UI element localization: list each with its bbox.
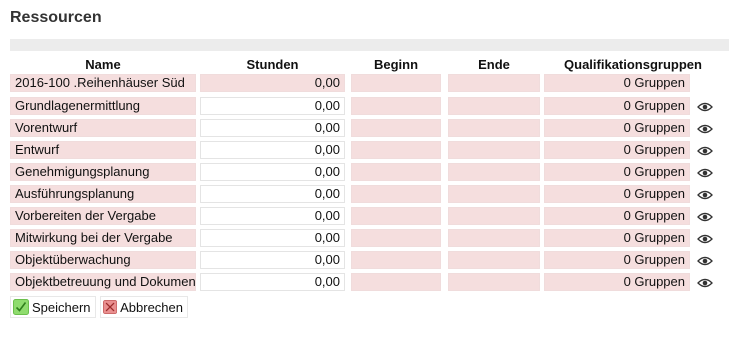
column-header-beginn: Beginn [373,57,419,72]
cell-name: Grundlagenermittlung [10,97,196,115]
cell-stunden[interactable]: 0,00 [200,74,345,92]
column-header-qualifikationsgruppen: Qualifikationsgruppen [564,57,702,72]
cell-ende[interactable] [448,207,540,225]
cell-ende[interactable] [448,119,540,137]
cell-beginn[interactable] [351,74,441,92]
cell-qual[interactable]: 0 Gruppen [544,207,690,225]
cell-ende[interactable] [448,97,540,115]
eye-icon[interactable] [697,189,713,201]
cell-name: Mitwirkung bei der Vergabe [10,229,196,247]
page-title: Ressourcen [10,9,102,26]
cell-stunden[interactable]: 0,00 [200,273,345,291]
eye-icon[interactable] [697,123,713,135]
cell-qual[interactable]: 0 Gruppen [544,185,690,203]
cell-stunden[interactable]: 0,00 [200,229,345,247]
eye-icon[interactable] [697,167,713,179]
cell-name: Vorentwurf [10,119,196,137]
cell-beginn[interactable] [351,229,441,247]
eye-icon[interactable] [697,145,713,157]
eye-icon[interactable] [697,277,713,289]
cell-qual[interactable]: 0 Gruppen [544,141,690,159]
eye-icon[interactable] [697,211,713,223]
cell-name: Entwurf [10,141,196,159]
column-header-name: Name [85,57,121,72]
check-icon [13,299,29,315]
column-header-ende: Ende [478,57,510,72]
cell-qual[interactable]: 0 Gruppen [544,163,690,181]
cell-beginn[interactable] [351,185,441,203]
cell-stunden[interactable]: 0,00 [200,207,345,225]
cell-beginn[interactable] [351,273,441,291]
save-button[interactable]: Speichern [10,296,96,318]
save-button-label: Speichern [32,299,91,315]
eye-icon[interactable] [697,255,713,267]
cell-beginn[interactable] [351,207,441,225]
cell-qual[interactable]: 0 Gruppen [544,97,690,115]
cell-beginn[interactable] [351,251,441,269]
cell-ende[interactable] [448,229,540,247]
toolbar-strip [10,39,729,51]
cell-stunden[interactable]: 0,00 [200,163,345,181]
x-icon [103,299,118,315]
cell-name: Ausführungsplanung [10,185,196,203]
cell-ende[interactable] [448,185,540,203]
cell-name: Objektbetreuung und Dokumentation [10,273,196,291]
cell-beginn[interactable] [351,163,441,181]
cell-qual[interactable]: 0 Gruppen [544,273,690,291]
cell-stunden[interactable]: 0,00 [200,97,345,115]
cell-beginn[interactable] [351,141,441,159]
cell-ende[interactable] [448,273,540,291]
cell-ende[interactable] [448,251,540,269]
cell-qual[interactable]: 0 Gruppen [544,74,690,92]
cell-qual[interactable]: 0 Gruppen [544,229,690,247]
eye-icon[interactable] [697,101,713,113]
cell-name: 2016-100 .Reihenhäuser Süd [10,74,196,92]
eye-icon[interactable] [697,233,713,245]
cell-stunden[interactable]: 0,00 [200,185,345,203]
cell-ende[interactable] [448,163,540,181]
cancel-button-label: Abbrechen [120,299,183,315]
cell-stunden[interactable]: 0,00 [200,141,345,159]
cell-qual[interactable]: 0 Gruppen [544,251,690,269]
cell-stunden[interactable]: 0,00 [200,119,345,137]
cell-name: Genehmigungsplanung [10,163,196,181]
column-header-stunden: Stunden [246,57,299,72]
cell-name: Objektüberwachung [10,251,196,269]
cell-ende[interactable] [448,74,540,92]
cell-name: Vorbereiten der Vergabe [10,207,196,225]
cell-beginn[interactable] [351,119,441,137]
cell-stunden[interactable]: 0,00 [200,251,345,269]
cell-qual[interactable]: 0 Gruppen [544,119,690,137]
cancel-button[interactable]: Abbrechen [100,296,188,318]
cell-beginn[interactable] [351,97,441,115]
cell-ende[interactable] [448,141,540,159]
